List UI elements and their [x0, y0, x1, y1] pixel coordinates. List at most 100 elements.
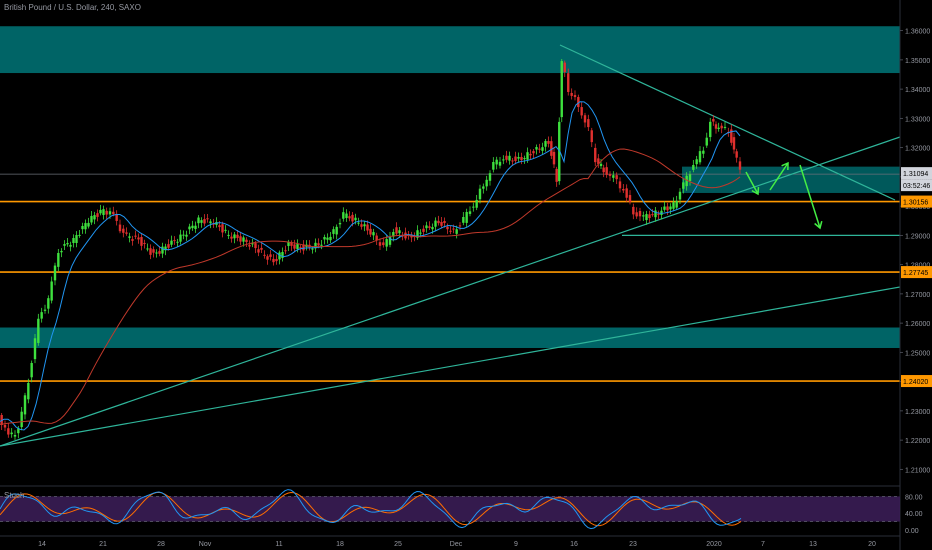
- candle-body: [293, 244, 296, 249]
- price-tick-label: 1.23000: [905, 409, 930, 416]
- candle-body: [209, 221, 212, 224]
- supply-demand-zone: [0, 327, 900, 348]
- candle-body: [605, 167, 608, 175]
- candle-body: [140, 237, 143, 246]
- level-badge-1: 1.30156: [903, 200, 928, 207]
- candle-body: [96, 213, 99, 217]
- candle-body: [13, 434, 17, 437]
- candle-body: [587, 119, 590, 128]
- price-tick-label: 1.21000: [905, 467, 930, 474]
- candle-body: [287, 242, 290, 247]
- candle-body: [692, 164, 695, 170]
- candle-body: [122, 228, 125, 233]
- candle-body: [108, 211, 112, 215]
- time-tick-label: 2020: [706, 541, 722, 548]
- candle-body: [206, 218, 209, 220]
- time-tick-label: Nov: [199, 541, 212, 548]
- candle-body: [538, 148, 541, 150]
- candle-body: [375, 235, 378, 241]
- candle-body: [705, 137, 708, 146]
- candle-body: [431, 227, 434, 230]
- candle-body: [366, 224, 369, 231]
- candle-body: [567, 73, 570, 92]
- candle-body: [329, 236, 332, 241]
- supply-demand-zone: [0, 26, 900, 74]
- candle-body: [53, 265, 57, 281]
- candle-body: [555, 168, 558, 182]
- candle-body: [732, 137, 736, 150]
- candle-body: [239, 236, 242, 242]
- price-tick-label: 1.32000: [905, 146, 930, 153]
- price-tick-label: 1.25000: [905, 350, 930, 357]
- candle-body: [149, 248, 152, 255]
- candle-body: [378, 242, 382, 246]
- candle-body: [669, 206, 672, 210]
- candle-body: [118, 224, 122, 232]
- candle-body: [583, 115, 587, 123]
- candle-body: [628, 195, 632, 202]
- time-tick-label: Dec: [450, 541, 463, 548]
- candle-body: [612, 175, 615, 178]
- candle-body: [7, 428, 10, 435]
- candle-body: [602, 167, 605, 173]
- candle-body: [645, 214, 648, 221]
- candle-body: [547, 141, 550, 144]
- candle-body: [326, 237, 329, 240]
- candle-body: [176, 241, 179, 243]
- candle-body: [146, 248, 149, 250]
- candle-body: [535, 147, 538, 150]
- candle-body: [125, 232, 128, 234]
- candle-body: [128, 236, 131, 238]
- candle-body: [599, 163, 603, 167]
- candle-body: [299, 247, 302, 249]
- candle-body: [502, 159, 505, 161]
- candle-body: [678, 191, 682, 200]
- candle-body: [263, 254, 266, 256]
- candle-body: [654, 210, 657, 218]
- candle-body: [590, 130, 593, 143]
- candle-body: [75, 235, 78, 243]
- candle-body: [87, 222, 90, 227]
- candle-body: [320, 244, 323, 246]
- candle-body: [635, 212, 638, 217]
- candle-body: [638, 211, 642, 217]
- candle-body: [478, 188, 482, 200]
- candle-body: [398, 230, 401, 234]
- candle-body: [194, 225, 197, 229]
- candle-body: [57, 252, 60, 267]
- candle-body: [102, 209, 105, 215]
- candle-body: [452, 228, 455, 230]
- candle-body: [99, 209, 102, 214]
- candle-body: [428, 226, 431, 228]
- candle-body: [714, 124, 718, 129]
- candle-body: [296, 244, 299, 250]
- chart-title: British Pound / U.S. Dollar, 240, SAXO: [4, 3, 141, 12]
- time-tick-label: 9: [514, 541, 518, 548]
- candle-body: [221, 224, 224, 233]
- candle-body: [248, 244, 251, 247]
- candle-body: [60, 250, 63, 253]
- candle-body: [40, 312, 43, 319]
- price-chart[interactable]: 1.36000 1.35000 1.34000 1.33000 1.32000 1.310…: [0, 0, 932, 550]
- candle-body: [260, 247, 263, 250]
- candle-body: [33, 338, 37, 360]
- time-tick-label: 21: [99, 541, 107, 548]
- candle-body: [197, 217, 200, 224]
- candle-body: [63, 244, 66, 246]
- current-price-badge: 1.31094: [903, 171, 928, 178]
- candle-body: [511, 160, 514, 162]
- candle-body: [514, 156, 517, 161]
- candle-body: [338, 222, 342, 225]
- candle-body: [357, 222, 360, 224]
- candle-body: [382, 242, 385, 246]
- time-tick-label: 7: [761, 541, 765, 548]
- price-tick-label: 1.34000: [905, 87, 930, 94]
- candle-body: [625, 188, 628, 198]
- stoch-label: Stoch: [4, 491, 25, 500]
- candle-body: [224, 229, 227, 231]
- candle-body: [78, 234, 81, 236]
- candle-body: [233, 234, 236, 239]
- time-tick-label: 28: [157, 541, 165, 548]
- candle-body: [254, 243, 257, 249]
- time-tick-label: 16: [570, 541, 578, 548]
